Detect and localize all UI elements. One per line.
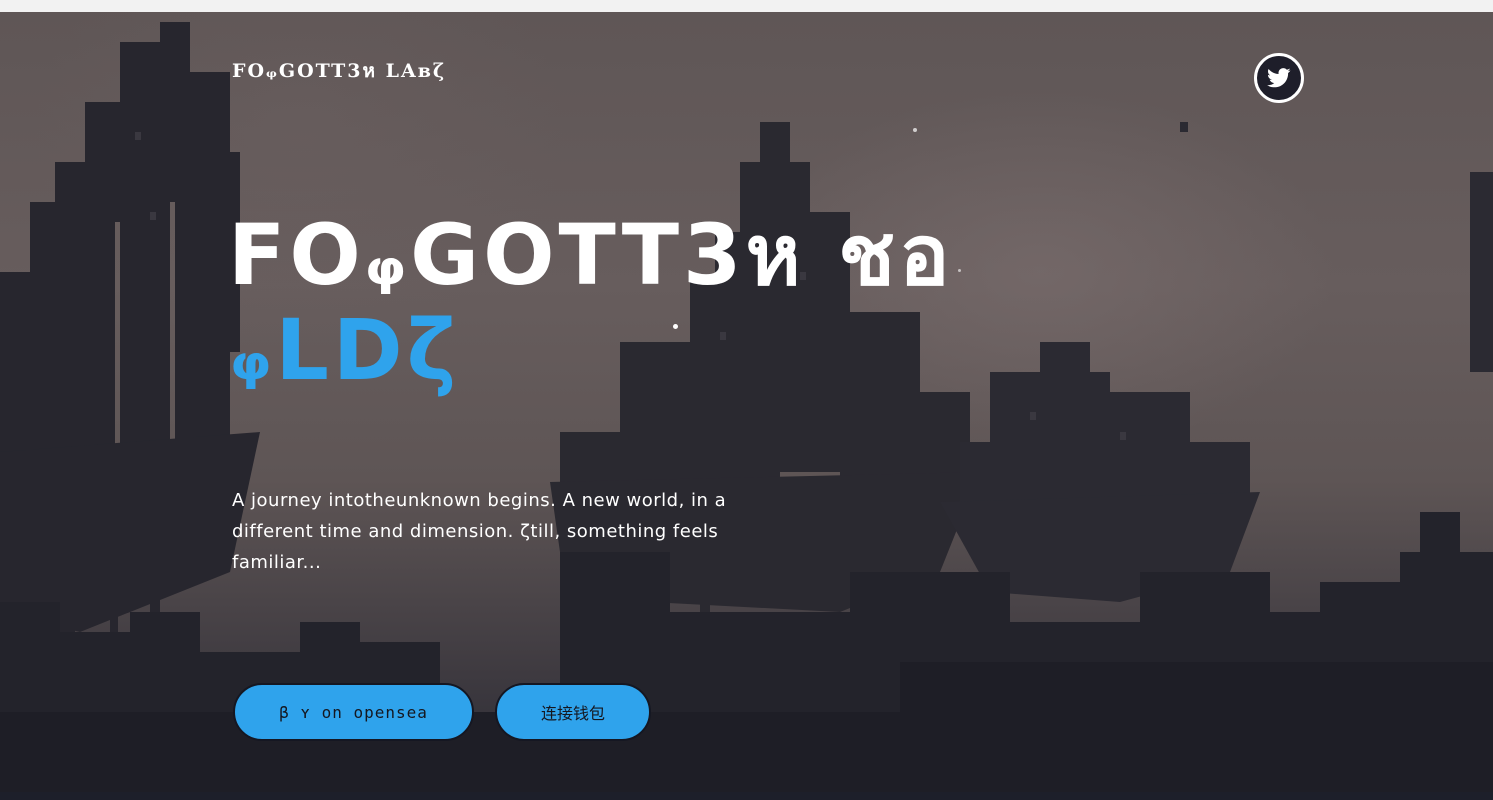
star-particle: [958, 269, 961, 272]
twitter-link[interactable]: [1254, 53, 1304, 103]
bottom-bar: [0, 792, 1493, 800]
hero-title-accent: ᵩLDζ: [230, 301, 461, 399]
hero-background: [0, 12, 1493, 792]
hero-tagline: A journey intotheunknown begins. A new w…: [232, 490, 727, 573]
connect-wallet-button[interactable]: 连接钱包: [495, 683, 651, 741]
star-particle: [673, 324, 678, 329]
brand-logo[interactable]: FOᵩGOTT3ห LAʙζ: [232, 56, 446, 86]
hero-title: FOᵩGOTT3ห ชอ: [228, 206, 954, 304]
floating-city-artwork: [0, 22, 1493, 792]
buy-on-opensea-button[interactable]: β ʏ on opensea: [233, 683, 474, 741]
twitter-bird-icon: [1267, 68, 1291, 88]
star-particle: [913, 128, 917, 132]
